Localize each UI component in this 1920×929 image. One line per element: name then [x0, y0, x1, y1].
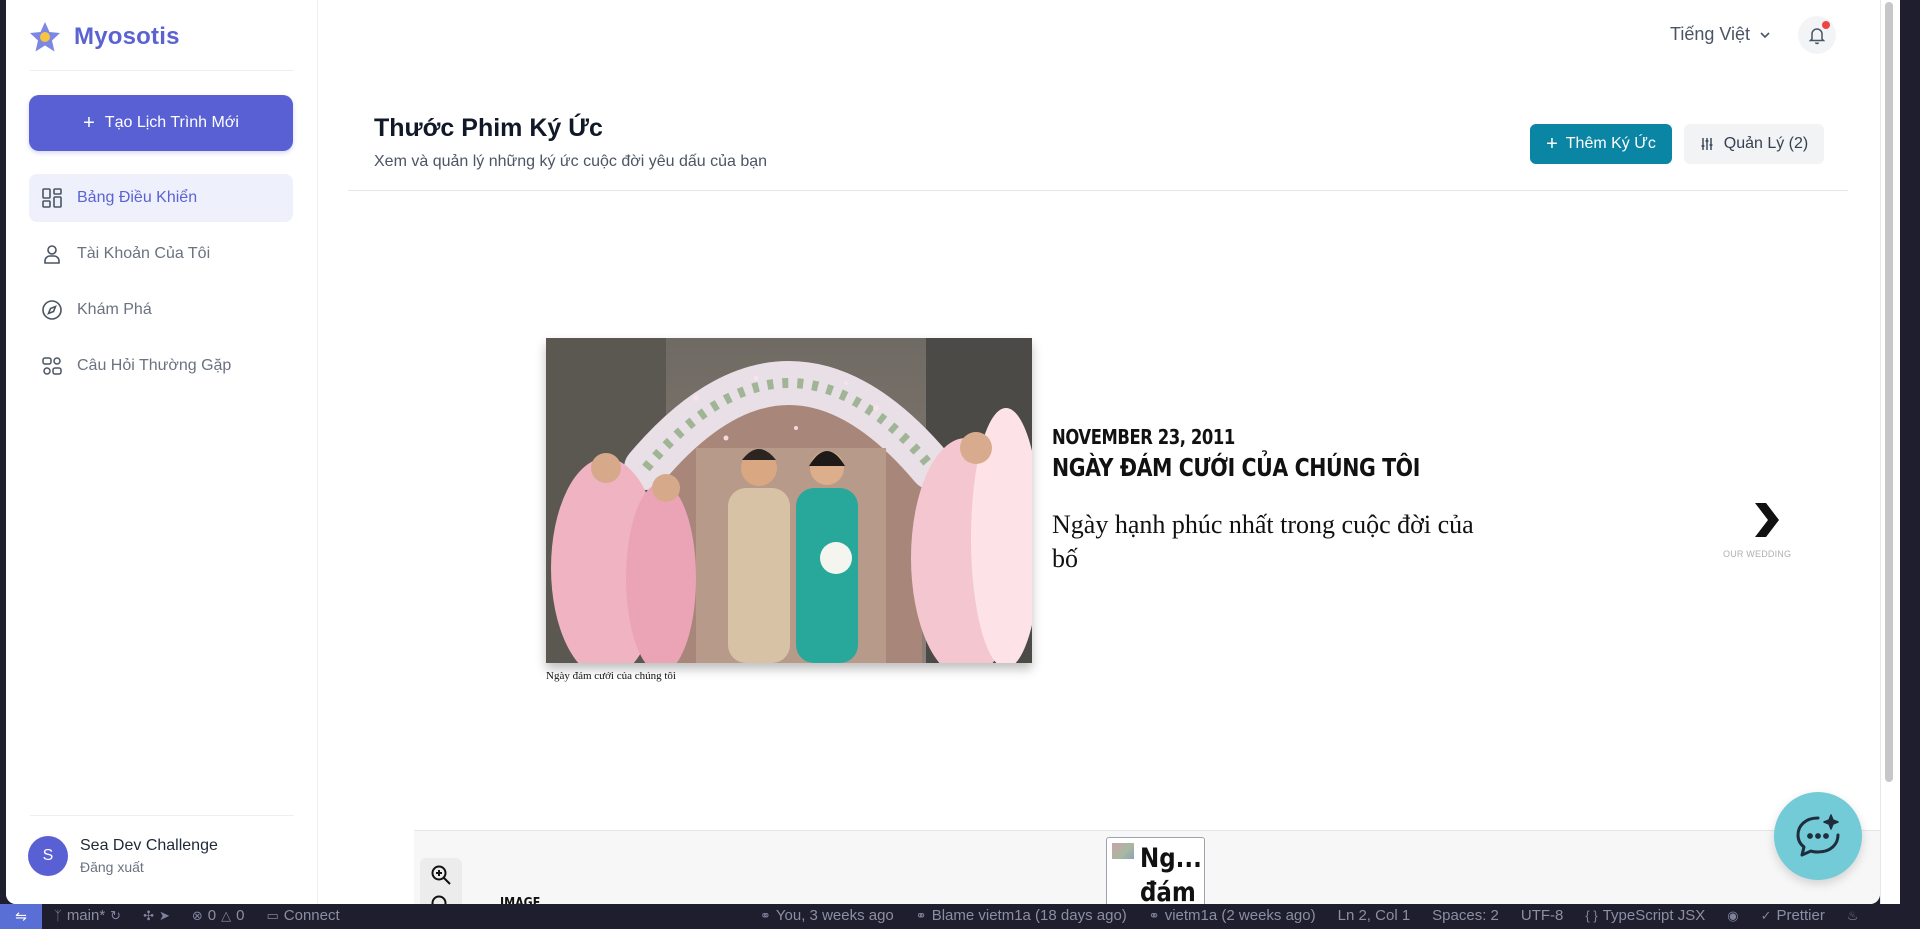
sidebar-item-label: Tài Khoản Của Tôi — [77, 245, 211, 262]
next-slide-arrow-icon[interactable] — [1752, 500, 1782, 540]
plus-icon: + — [83, 111, 95, 134]
photo-caption: Ngày đám cưới của chúng tôi — [546, 670, 676, 682]
add-memory-button[interactable]: + Thêm Ký Ức — [1530, 124, 1672, 164]
git-blame-you[interactable]: ⚭ You, 3 weeks ago — [760, 907, 894, 924]
star-logo-icon — [30, 22, 60, 52]
bell-icon: ♨ — [1846, 907, 1859, 923]
add-memory-label: Thêm Ký Ức — [1565, 135, 1656, 152]
sidebar-item-label: Khám Phá — [77, 301, 152, 318]
git-branch[interactable]: ᛉ main* ↻ — [54, 907, 121, 924]
scrollbar-thumb[interactable] — [1885, 2, 1893, 782]
sync-icon: ↻ — [110, 907, 122, 923]
memory-headline: NGÀY ĐÁM CƯỚI CỦA CHÚNG TÔI — [1052, 453, 1420, 482]
notifications-indicator[interactable]: ♨ — [1847, 907, 1859, 924]
editor-status-bar: ⇋ ᛉ main* ↻ ✣ ➤ ⊗ 0 △ 0 ▭ Connect ⚭ You,… — [0, 904, 1920, 929]
git-graph[interactable]: ✣ ➤ — [143, 907, 170, 924]
language-mode[interactable]: { } TypeScript JSX — [1585, 907, 1705, 924]
sliders-icon — [1701, 138, 1713, 150]
sidebar-item-label: Câu Hỏi Thường Gặp — [77, 357, 232, 374]
plus-icon: + — [1546, 132, 1558, 155]
editor-gutter — [1900, 0, 1920, 904]
memory-date: NOVEMBER 23, 2011 — [1052, 425, 1235, 449]
connect-button[interactable]: ▭ Connect — [266, 907, 339, 924]
connect-label: Connect — [283, 907, 340, 924]
memory-photo[interactable] — [546, 338, 1032, 663]
new-timeline-label: Tạo Lịch Trình Mới — [104, 114, 239, 131]
divider — [30, 815, 294, 816]
commit-icon: ⚭ — [1148, 907, 1160, 923]
page-subtitle: Xem và quản lý những ký ức cuộc đời yêu … — [374, 153, 768, 170]
sidebar-item-account[interactable]: Tài Khoản Của Tôi — [29, 230, 293, 278]
sidebar-item-label: Bảng Điều Khiển — [77, 189, 198, 206]
branch-name: main* — [66, 907, 106, 924]
user-name: Sea Dev Challenge — [80, 837, 218, 854]
language-select[interactable]: Tiếng Việt — [1670, 24, 1772, 45]
database-icon: ▭ — [266, 907, 279, 923]
braces-icon: { } — [1585, 908, 1598, 923]
dashboard-icon — [42, 188, 62, 208]
branch-icon: ᛉ — [54, 908, 62, 923]
notification-dot — [1822, 21, 1830, 29]
error-count: 0 — [207, 907, 217, 924]
sidebar-item-dashboard[interactable]: Bảng Điều Khiển — [29, 174, 293, 222]
remote-indicator[interactable]: ⇋ — [0, 904, 42, 929]
zoom-out-icon[interactable] — [430, 894, 452, 904]
language-mode-label: TypeScript JSX — [1602, 907, 1706, 924]
marker-thumbnail — [1112, 843, 1134, 859]
sidebar-item-faq[interactable]: Câu Hỏi Thường Gặp — [29, 342, 293, 390]
group-type-label: IMAGE — [500, 896, 541, 904]
blame-line-text: vietm1a (2 weeks ago) — [1164, 907, 1316, 924]
compass-icon — [42, 300, 62, 320]
avatar: S — [28, 836, 68, 876]
new-timeline-button[interactable]: + Tạo Lịch Trình Mới — [29, 95, 293, 151]
warning-count: 0 — [236, 907, 245, 924]
problems-indicator[interactable]: ⊗ 0 △ 0 — [192, 907, 245, 924]
memory-description: Ngày hạnh phúc nhất trong cuộc đời của b… — [1052, 510, 1474, 573]
git-blame-file[interactable]: ⚭ Blame vietm1a (18 days ago) — [916, 907, 1127, 924]
brand-name: Myosotis — [74, 23, 180, 50]
next-slide-label[interactable]: OUR WEDDING — [1723, 549, 1791, 559]
sidebar-item-explore[interactable]: Khám Phá — [29, 286, 293, 334]
sidebar: Myosotis + Tạo Lịch Trình Mới Bảng Điều … — [6, 0, 318, 904]
brand[interactable]: Myosotis — [28, 20, 180, 54]
manage-button[interactable]: Quản Lý (2) — [1684, 124, 1824, 164]
timeline-marker[interactable]: Ng... đám — [1106, 837, 1205, 904]
divider — [348, 190, 1848, 191]
notification-button[interactable] — [1798, 16, 1836, 54]
indentation[interactable]: Spaces: 2 — [1432, 907, 1499, 924]
blame-file-text: Blame vietm1a (18 days ago) — [931, 907, 1127, 924]
chevron-down-icon — [1760, 31, 1770, 38]
graph-icon: ✣ — [143, 907, 154, 923]
cursor-position[interactable]: Ln 2, Col 1 — [1338, 907, 1411, 924]
chat-assistant-button[interactable] — [1774, 792, 1862, 880]
encoding[interactable]: UTF-8 — [1521, 907, 1564, 924]
commit-icon: ⚭ — [915, 907, 927, 923]
warning-icon: △ — [221, 907, 232, 923]
prettier-label: Prettier — [1776, 907, 1825, 924]
divider — [30, 70, 294, 71]
rocket-icon: ➤ — [158, 907, 170, 923]
copilot-indicator[interactable]: ◉ — [1727, 907, 1738, 924]
prettier-indicator[interactable]: ✓ Prettier — [1761, 907, 1825, 924]
user-icon — [44, 245, 60, 264]
marker-title: Ng... đám — [1140, 843, 1202, 904]
zoom-in-icon[interactable] — [430, 864, 452, 886]
logout-link[interactable]: Đăng xuất — [80, 859, 218, 875]
chat-sparkle-icon — [1796, 814, 1840, 857]
language-label: Tiếng Việt — [1670, 24, 1751, 44]
check-icon: ✓ — [1760, 907, 1772, 923]
remote-icon: ⇋ — [15, 908, 27, 924]
faq-icon — [42, 357, 62, 375]
commit-icon: ⚭ — [760, 907, 771, 923]
app-window: Myosotis + Tạo Lịch Trình Mới Bảng Điều … — [6, 0, 1880, 904]
user-profile[interactable]: S Sea Dev Challenge Đăng xuất — [28, 836, 218, 876]
error-icon: ⊗ — [191, 907, 203, 923]
page-title: Thước Phim Ký Ức — [374, 114, 603, 142]
manage-label: Quản Lý (2) — [1723, 135, 1809, 152]
wedding-photo-image — [546, 338, 1032, 663]
copilot-icon: ◉ — [1727, 907, 1739, 923]
git-blame-line[interactable]: ⚭ vietm1a (2 weeks ago) — [1149, 907, 1316, 924]
blame-you-text: You, 3 weeks ago — [775, 907, 894, 924]
